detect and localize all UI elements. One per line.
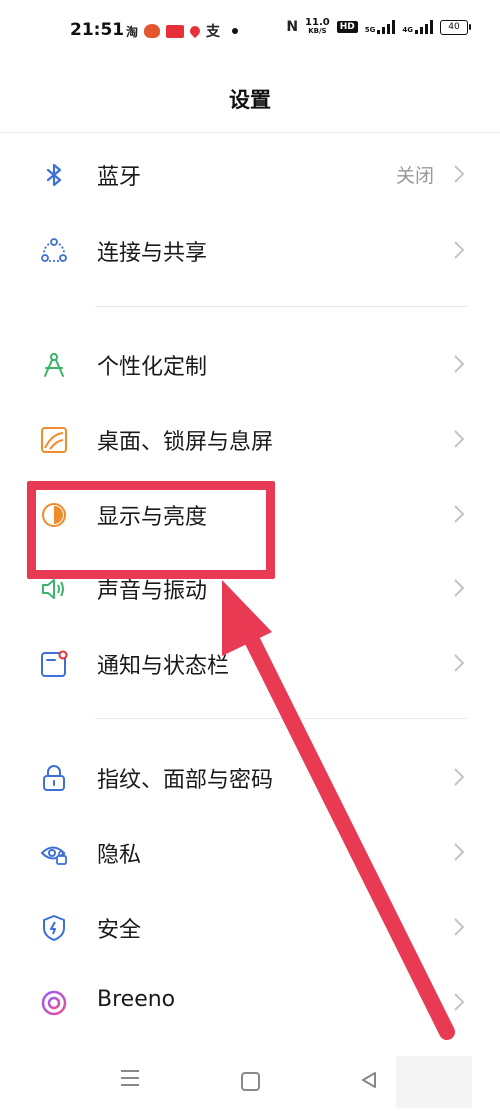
home-button[interactable] xyxy=(241,1072,260,1091)
recent-apps-button[interactable] xyxy=(121,1070,139,1091)
navigation-bar xyxy=(0,1050,500,1111)
back-button[interactable] xyxy=(360,1070,378,1090)
annotation-arrow xyxy=(222,580,455,1040)
blurred-area xyxy=(396,1056,472,1108)
